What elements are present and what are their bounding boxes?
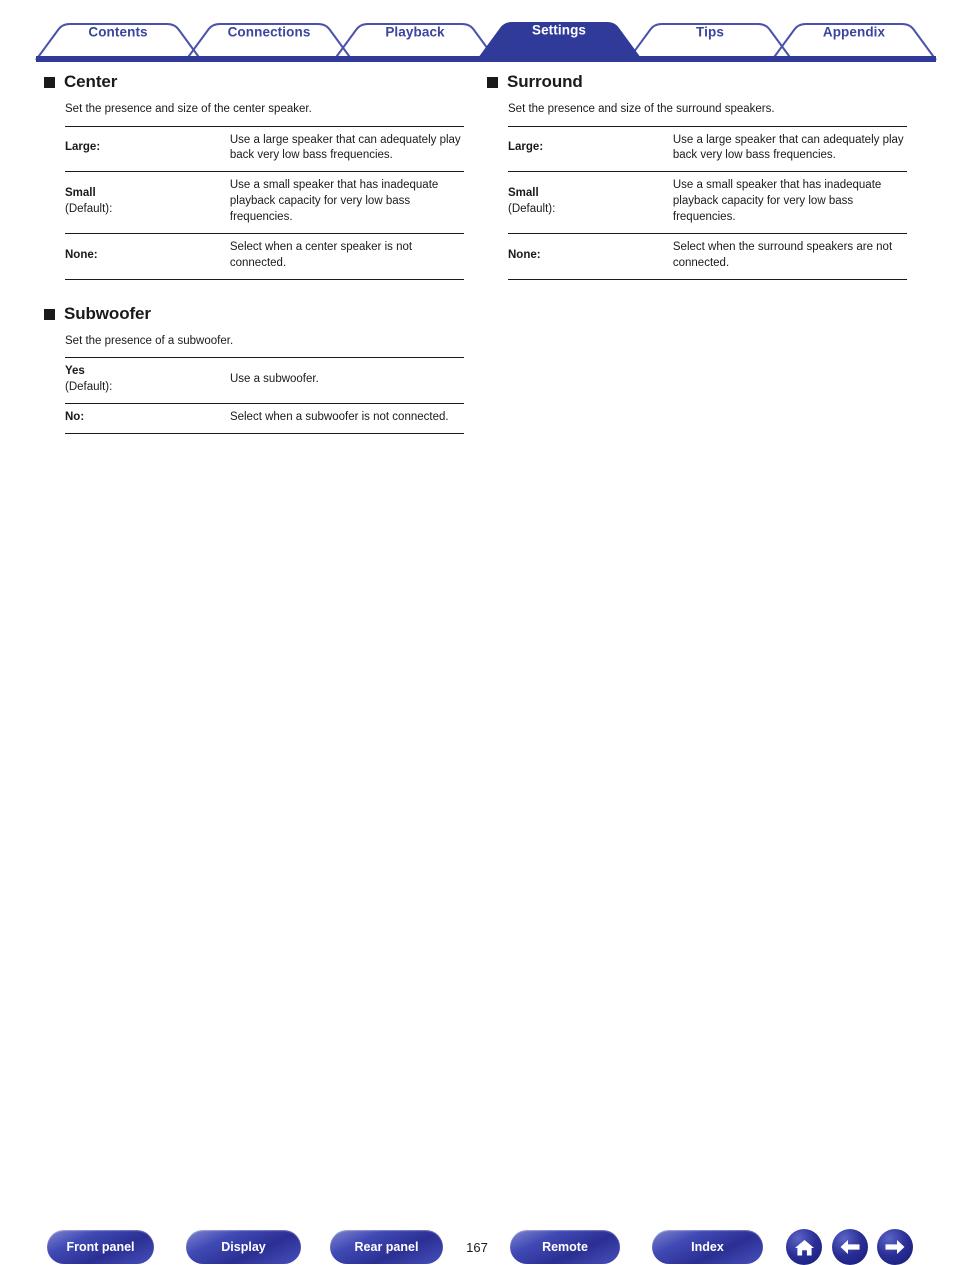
back-button[interactable] <box>832 1229 868 1265</box>
footer-nav: Front panel Display Rear panel 167 Remot… <box>0 611 954 1265</box>
table-row: Yes (Default): Use a subwoofer. <box>65 357 464 404</box>
remote-button[interactable]: Remote <box>510 1230 620 1264</box>
option-key-label: Large: <box>65 141 101 154</box>
forward-button[interactable] <box>877 1229 913 1265</box>
table-row: Small (Default): Use a small speaker tha… <box>65 171 464 234</box>
option-key: None: <box>508 233 673 279</box>
section-description: Set the presence of a subwoofer. <box>65 334 234 347</box>
index-button[interactable]: Index <box>652 1230 763 1264</box>
option-value: Select when a subwoofer is not connected… <box>229 410 449 423</box>
tab-connections[interactable]: Connections <box>228 25 311 40</box>
option-key: Large: <box>508 126 673 172</box>
tab-baseline <box>36 56 936 62</box>
home-icon <box>794 1238 815 1257</box>
option-key: Small (Default): <box>508 172 673 234</box>
option-default-note: (Default): <box>65 380 113 393</box>
front-panel-button[interactable]: Front panel <box>47 1230 154 1264</box>
rear-panel-button[interactable]: Rear panel <box>330 1230 443 1264</box>
option-value: Use a small speaker that has inadequate … <box>229 179 439 223</box>
section-center: Center Set the presence and size of the … <box>44 72 464 280</box>
option-key-label: Large: <box>508 141 544 154</box>
section-heading: Surround <box>487 72 907 92</box>
option-value: Use a large speaker that can adequately … <box>672 133 904 162</box>
arrow-right-icon <box>884 1239 906 1255</box>
options-table: Yes (Default): Use a subwoofer. No: Sele… <box>65 357 464 434</box>
section-surround: Surround Set the presence and size of th… <box>487 72 907 280</box>
option-value: Use a subwoofer. <box>229 372 319 385</box>
option-key-label: Small <box>65 187 96 200</box>
section-heading: Subwoofer <box>44 304 464 324</box>
option-key: Yes (Default): <box>65 358 230 404</box>
section-description: Set the presence and size of the surroun… <box>508 103 775 115</box>
content-column-left: Center Set the presence and size of the … <box>44 72 464 452</box>
option-key-label: Small <box>508 187 539 200</box>
page-number: 167 <box>466 1239 488 1255</box>
section-title: Center <box>64 72 118 91</box>
option-value: Use a large speaker that can adequately … <box>229 133 461 162</box>
section-heading: Center <box>44 72 464 92</box>
table-row: No: Select when a subwoofer is not conne… <box>65 403 464 434</box>
option-key: None: <box>65 233 230 279</box>
option-key-label: No: <box>65 410 85 423</box>
display-button[interactable]: Display <box>186 1230 301 1264</box>
tab-bar: Contents Connections Playback Settings T… <box>0 0 954 64</box>
option-value: Use a small speaker that has inadequate … <box>672 179 882 223</box>
options-table: Large: Use a large speaker that can adeq… <box>65 126 464 280</box>
table-row: None: Select when a center speaker is no… <box>65 233 464 280</box>
home-button[interactable] <box>786 1229 822 1265</box>
tab-playback[interactable]: Playback <box>385 25 444 40</box>
option-key-label: None: <box>508 248 541 261</box>
content-column-right: Surround Set the presence and size of th… <box>487 72 907 298</box>
option-default-note: (Default): <box>508 203 556 216</box>
bullet-square-icon <box>44 308 55 320</box>
option-key: Small (Default): <box>65 172 230 234</box>
option-key-label: None: <box>65 248 98 261</box>
table-row: Large: Use a large speaker that can adeq… <box>65 126 464 172</box>
section-title: Subwoofer <box>64 303 151 323</box>
option-key-label: Yes <box>65 365 85 378</box>
option-default-note: (Default): <box>65 203 113 216</box>
section-description: Set the presence and size of the center … <box>65 103 312 115</box>
option-key: Large: <box>65 126 230 172</box>
option-value: Select when the surround speakers are no… <box>672 240 893 269</box>
tab-contents[interactable]: Contents <box>88 25 147 40</box>
table-row: None: Select when the surround speakers … <box>508 233 907 280</box>
arrow-left-icon <box>839 1239 861 1255</box>
tab-appendix[interactable]: Appendix <box>823 25 885 40</box>
table-row: Large: Use a large speaker that can adeq… <box>508 126 907 172</box>
tab-tips[interactable]: Tips <box>696 25 724 40</box>
section-subwoofer: Subwoofer Set the presence of a subwoofe… <box>44 304 464 434</box>
table-row: Small (Default): Use a small speaker tha… <box>508 171 907 234</box>
bullet-square-icon <box>44 77 55 88</box>
options-table: Large: Use a large speaker that can adeq… <box>508 126 907 280</box>
option-key: No: <box>65 403 230 433</box>
bullet-square-icon <box>487 77 498 88</box>
section-title: Surround <box>507 72 583 91</box>
option-value: Select when a center speaker is not conn… <box>229 240 413 269</box>
tab-settings[interactable]: Settings <box>532 23 586 38</box>
